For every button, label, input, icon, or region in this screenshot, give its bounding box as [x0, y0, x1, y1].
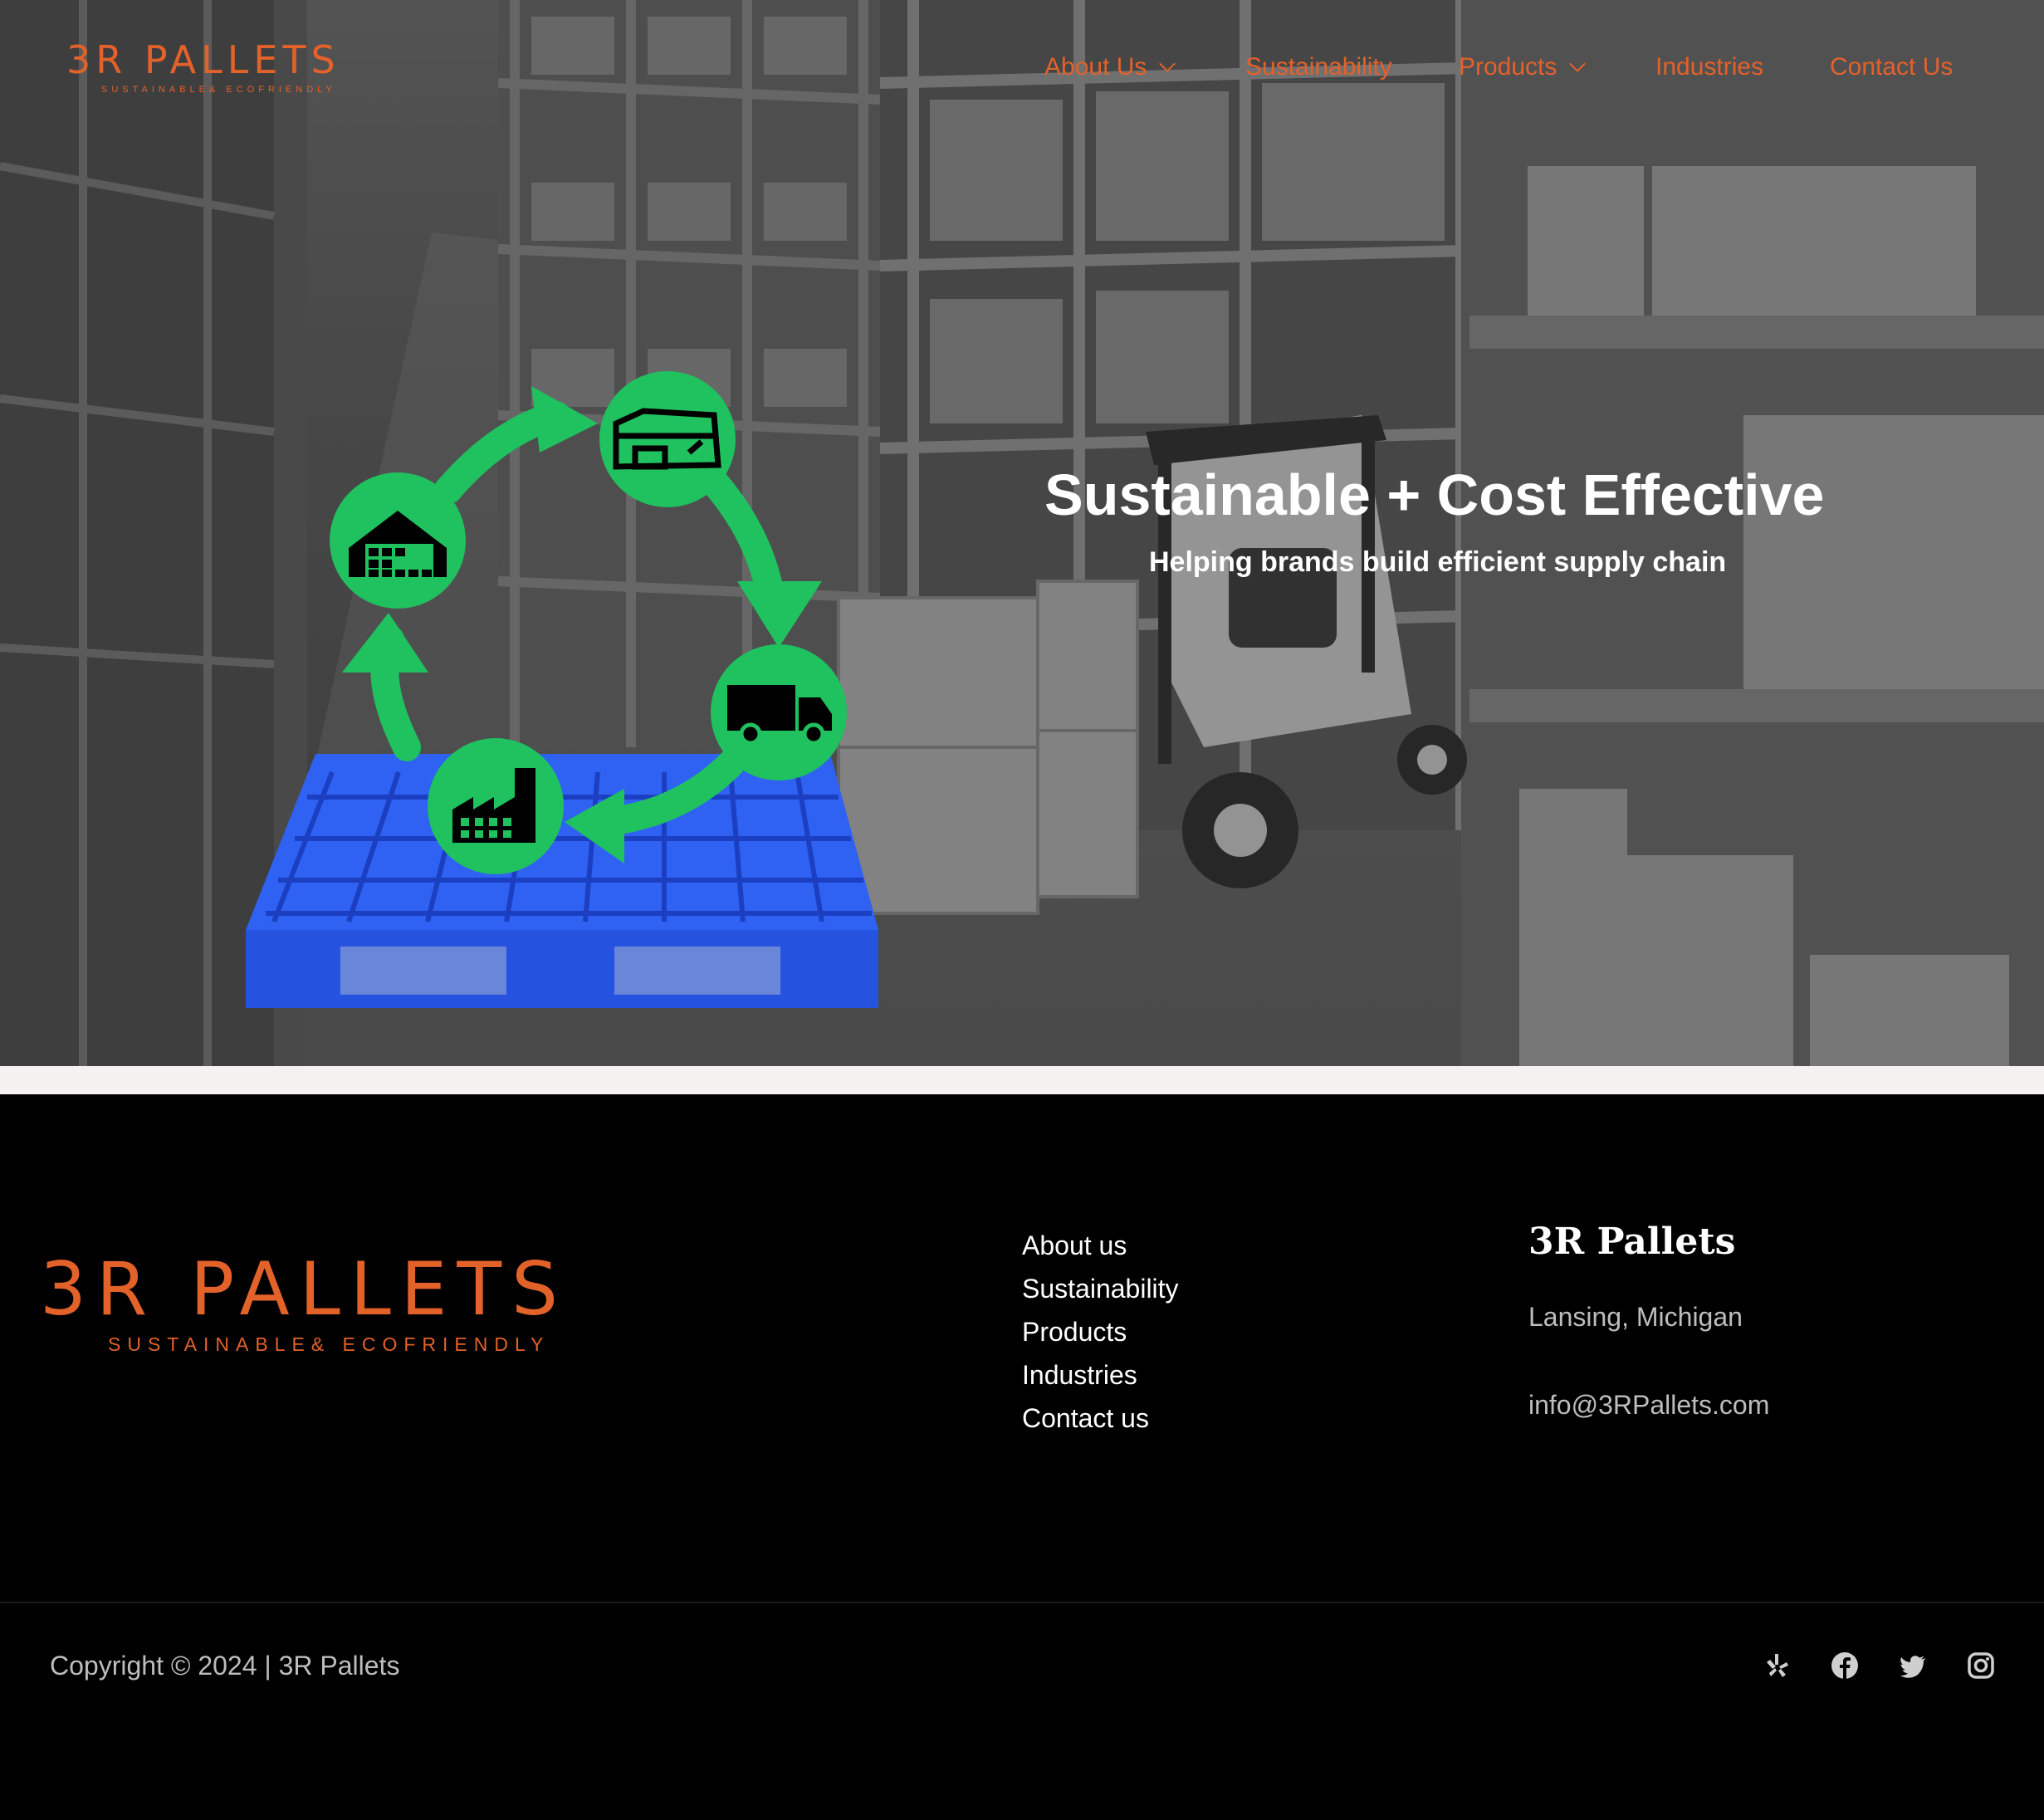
twitter-icon[interactable] — [1896, 1649, 1929, 1682]
instagram-icon[interactable] — [1964, 1649, 1998, 1682]
nav-item-about-us[interactable]: About Us — [1044, 53, 1176, 81]
nav-label: Sustainability — [1245, 53, 1392, 81]
nav-item-sustainability[interactable]: Sustainability — [1245, 53, 1392, 81]
footer-link-contact-us[interactable]: Contact us — [1022, 1397, 1179, 1440]
nav-label: About Us — [1044, 53, 1147, 81]
footer-link-products[interactable]: Products — [1022, 1310, 1179, 1353]
footer-logo-text: 3R PALLETS — [40, 1246, 569, 1332]
nav-label: Industries — [1655, 53, 1764, 81]
nav-label: Contact Us — [1830, 53, 1954, 81]
footer-divider — [0, 1602, 2044, 1603]
footer-logo[interactable]: 3R PALLETS SUSTAINABLE& ECOFRIENDLY — [40, 1252, 646, 1360]
site-footer: 3R PALLETS SUSTAINABLE& ECOFRIENDLY Abou… — [0, 1094, 2044, 1820]
footer-email[interactable]: info@3RPallets.com — [1528, 1390, 1769, 1421]
header-logo[interactable]: 3R PALLETS SUSTAINABLE& ECOFRIENDLY — [66, 40, 382, 100]
nav-item-contact-us[interactable]: Contact Us — [1830, 53, 1953, 81]
hero-section: 3R PALLETS SUSTAINABLE& ECOFRIENDLY Abou… — [0, 0, 2044, 1066]
nav-item-products[interactable]: Products — [1459, 53, 1587, 81]
footer-logo-tagline: SUSTAINABLE& ECOFRIENDLY — [108, 1333, 550, 1355]
logo-text: 3R PALLETS — [66, 37, 340, 82]
yelp-icon[interactable] — [1760, 1649, 1793, 1682]
section-divider — [0, 1066, 2044, 1094]
hero-subheadline: Helping brands build efficient supply ch… — [1149, 546, 1727, 578]
copyright-text: Copyright © 2024 | 3R Pallets — [50, 1651, 400, 1681]
nav-item-industries[interactable]: Industries — [1655, 53, 1763, 81]
facebook-icon[interactable] — [1828, 1649, 1861, 1682]
footer-link-sustainability[interactable]: Sustainability — [1022, 1267, 1179, 1310]
pallet-cycle-illustration — [246, 371, 878, 1008]
logo-tagline: SUSTAINABLE& ECOFRIENDLY — [101, 85, 336, 95]
hero-headline: Sustainable + Cost Effective — [1044, 462, 1825, 527]
footer-links: About us Sustainability Products Industr… — [1022, 1224, 1179, 1440]
chevron-down-icon — [1159, 56, 1176, 72]
footer-link-industries[interactable]: Industries — [1022, 1353, 1179, 1397]
footer-company-name: 3R Pallets — [1528, 1221, 1736, 1263]
chevron-down-icon — [1569, 56, 1587, 72]
footer-link-about-us[interactable]: About us — [1022, 1224, 1179, 1267]
nav-label: Products — [1459, 53, 1557, 81]
footer-address: Lansing, Michigan — [1528, 1302, 1743, 1332]
